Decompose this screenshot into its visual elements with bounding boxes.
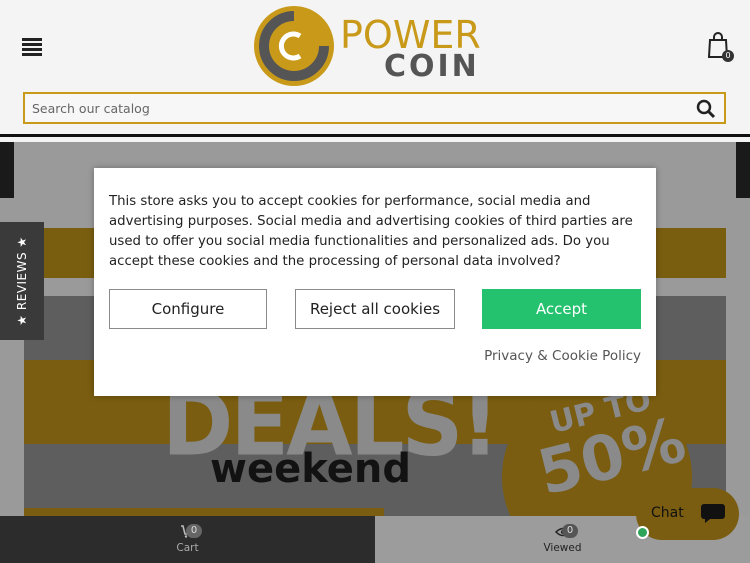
- search-icon[interactable]: [696, 99, 716, 119]
- shopping-bag-icon[interactable]: 0: [706, 32, 734, 62]
- hamburger-icon[interactable]: [22, 38, 42, 56]
- viewed-label: Viewed: [543, 542, 582, 554]
- search-input[interactable]: [25, 94, 665, 122]
- site-header: POWER COIN 0: [0, 0, 750, 137]
- chat-status-indicator: [636, 526, 649, 539]
- chat-widget-button[interactable]: Chat: [636, 488, 739, 540]
- reviews-tab[interactable]: ★ REVIEWS ★: [0, 222, 44, 340]
- cart-count-badge: 0: [722, 50, 734, 62]
- bottom-nav-cart[interactable]: 0 Cart: [0, 516, 375, 563]
- search-bar: [23, 92, 726, 124]
- viewed-count-badge: 0: [562, 524, 578, 538]
- reviews-tab-label: ★ REVIEWS ★: [15, 236, 29, 326]
- privacy-cookie-policy-link[interactable]: Privacy & Cookie Policy: [484, 348, 641, 364]
- cart-count-badge: 0: [186, 524, 202, 538]
- reject-all-cookies-button[interactable]: Reject all cookies: [295, 289, 455, 329]
- carousel-edge-left: [0, 142, 14, 198]
- configure-button[interactable]: Configure: [109, 289, 267, 329]
- banner-subline: weekend: [210, 446, 411, 492]
- chat-label: Chat: [651, 505, 684, 521]
- logo-text-coin: COIN: [384, 49, 480, 84]
- chat-bubble-icon: [701, 504, 725, 523]
- banner-bottom-strip: [24, 508, 384, 516]
- accept-button[interactable]: Accept: [482, 289, 641, 329]
- power-coin-logo[interactable]: POWER COIN: [252, 4, 502, 90]
- cart-label: Cart: [176, 542, 199, 554]
- cookie-consent-modal: This store asks you to accept cookies fo…: [94, 168, 656, 396]
- carousel-edge-right: [736, 142, 750, 198]
- cookie-message: This store asks you to accept cookies fo…: [109, 194, 633, 269]
